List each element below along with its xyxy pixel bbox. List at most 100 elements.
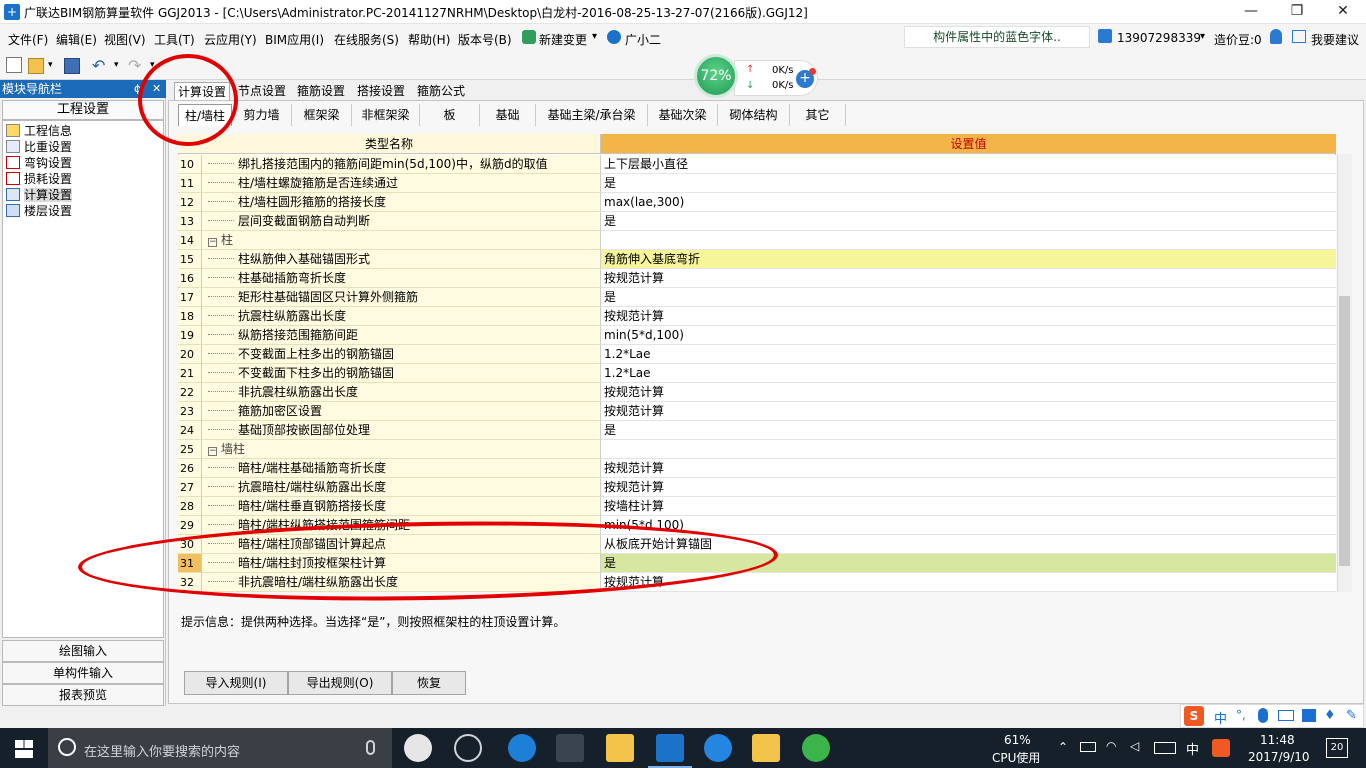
nav-item-loss[interactable]: 损耗设置 <box>6 171 72 187</box>
table-row[interactable]: 12 柱/墙柱圆形箍筋的搭接长度 max(lae,300) <box>178 193 1336 212</box>
glodon-g-icon[interactable] <box>704 734 732 762</box>
row-value-cell[interactable] <box>601 231 1336 250</box>
clock-time[interactable]: 11:48 <box>1260 733 1295 747</box>
import-rules-button[interactable]: 导入规则(I) <box>184 671 288 695</box>
minimize-button[interactable]: — <box>1228 0 1274 24</box>
undo-dropdown-icon[interactable]: ▾ <box>114 60 119 70</box>
volume-icon[interactable]: ◁ <box>1130 739 1139 753</box>
row-value-cell[interactable]: max(lae,300) <box>601 193 1336 212</box>
clock-date[interactable]: 2017/9/10 <box>1248 750 1310 764</box>
suggest-link[interactable]: 我要建议 <box>1311 31 1359 48</box>
store-icon[interactable] <box>556 734 584 762</box>
chevron-down-icon[interactable]: ▾ <box>592 31 597 42</box>
sogou-tray-icon[interactable] <box>1212 739 1230 757</box>
row-value-cell[interactable]: 按规范计算 <box>601 269 1336 288</box>
export-rules-button[interactable]: 导出规则(O) <box>288 671 392 695</box>
collapse-icon[interactable]: − <box>208 447 217 456</box>
redo-icon[interactable]: ↷ <box>128 56 141 75</box>
subtab-frame-beam[interactable]: 框架梁 <box>292 104 352 126</box>
microphone-icon[interactable] <box>366 740 375 755</box>
close-button[interactable]: ✕ <box>1320 0 1366 24</box>
row-value-cell[interactable] <box>601 440 1336 459</box>
tab-stirrup-settings[interactable]: 箍筋设置 <box>294 82 348 100</box>
subtab-other[interactable]: 其它 <box>790 104 846 126</box>
nav-item-hook[interactable]: 弯钩设置 <box>6 155 72 171</box>
tab-lap-settings[interactable]: 搭接设置 <box>354 82 408 100</box>
menu-online[interactable]: 在线服务(S) <box>334 31 399 48</box>
save-icon[interactable] <box>64 58 80 74</box>
nav-single-member-input[interactable]: 单构件输入 <box>2 662 164 684</box>
menu-new-change[interactable]: 新建变更 <box>539 31 587 48</box>
taskbar-app-pinwheel-icon[interactable] <box>404 734 432 762</box>
menu-version[interactable]: 版本号(B) <box>458 31 512 48</box>
voice-icon[interactable] <box>1258 708 1268 723</box>
row-value-cell[interactable]: min(5*d,100) <box>601 326 1336 345</box>
property-hint-box[interactable]: 构件属性中的蓝色字体.. <box>904 26 1090 48</box>
glodon-ggj-icon[interactable] <box>656 734 684 762</box>
row-value-cell[interactable]: 按规范计算 <box>601 383 1336 402</box>
menu-help[interactable]: 帮助(H) <box>408 31 450 48</box>
edge-browser-icon[interactable] <box>508 734 536 762</box>
table-row[interactable]: 22 非抗震柱纵筋露出长度 按规范计算 <box>178 383 1336 402</box>
nav-item-project-info[interactable]: 工程信息 <box>6 123 72 139</box>
restore-button[interactable]: 恢复 <box>392 671 466 695</box>
grid-group-row[interactable]: 25− 墙柱 <box>178 440 1336 459</box>
input-language[interactable]: 中 <box>1186 739 1199 758</box>
toolbox-icon[interactable] <box>1302 709 1316 722</box>
row-value-cell[interactable]: 按规范计算 <box>601 459 1336 478</box>
settings-icon[interactable]: ✎ <box>1346 708 1357 723</box>
row-value-cell[interactable]: 1.2*Lae <box>601 364 1336 383</box>
table-row[interactable]: 10 绑扎搭接范围内的箍筋间距min(5d,100)中，纵筋d的取值 上下层最小直径 <box>178 155 1336 174</box>
tray-chevron-icon[interactable]: ⌃ <box>1058 740 1068 754</box>
table-row[interactable]: 16 柱基础插筋弯折长度 按规范计算 <box>178 269 1336 288</box>
ime-language[interactable]: 中 <box>1214 708 1227 727</box>
nav-report-preview[interactable]: 报表预览 <box>2 684 164 706</box>
table-row[interactable]: 23 箍筋加密区设置 按规范计算 <box>178 402 1336 421</box>
table-row[interactable]: 28 暗柱/端柱垂直钢筋搭接长度 按墙柱计算 <box>178 497 1336 516</box>
row-value-cell[interactable]: 是 <box>601 174 1336 193</box>
user-dropdown-icon[interactable]: ▾ <box>1200 31 1205 42</box>
grid-group-row[interactable]: 14− 柱 <box>178 231 1336 250</box>
row-value-cell[interactable]: 是 <box>601 288 1336 307</box>
row-value-cell[interactable]: 按规范计算 <box>601 478 1336 497</box>
table-row[interactable]: 27 抗震暗柱/端柱纵筋露出长度 按规范计算 <box>178 478 1336 497</box>
keyboard-icon[interactable] <box>1278 710 1294 721</box>
touch-keyboard-icon[interactable] <box>1154 742 1176 754</box>
table-row[interactable]: 19 纵筋搭接范围箍筋间距 min(5*d,100) <box>178 326 1336 345</box>
punct-icon[interactable]: °, <box>1236 708 1246 722</box>
subtab-foundation-main-beam[interactable]: 基础主梁/承台梁 <box>536 104 648 126</box>
menu-file[interactable]: 文件(F) <box>8 31 48 48</box>
subtab-nonframe-beam[interactable]: 非框架梁 <box>352 104 420 126</box>
menu-tools[interactable]: 工具(T) <box>154 31 195 48</box>
row-value-cell[interactable]: min(5*d,100) <box>601 516 1336 535</box>
table-row[interactable]: 13 层间变截面钢筋自动判断 是 <box>178 212 1336 231</box>
skin-icon[interactable]: ♦ <box>1324 708 1336 723</box>
nav-item-weight[interactable]: 比重设置 <box>6 139 72 155</box>
green-app-icon[interactable] <box>802 734 830 762</box>
table-row[interactable]: 18 抗震柱纵筋露出长度 按规范计算 <box>178 307 1336 326</box>
subtab-foundation[interactable]: 基础 <box>480 104 536 126</box>
new-file-icon[interactable] <box>6 57 22 73</box>
user-phone[interactable]: 13907298339 <box>1117 31 1201 45</box>
table-row[interactable]: 15 柱纵筋伸入基础锚固形式 角筋伸入基底弯折 <box>178 250 1336 269</box>
undo-icon[interactable]: ↶ <box>92 56 105 75</box>
notes-app-icon[interactable] <box>752 734 780 762</box>
notifications-badge[interactable]: 20 <box>1326 738 1348 758</box>
nav-drawing-input[interactable]: 绘图输入 <box>2 640 164 662</box>
menu-cloud[interactable]: 云应用(Y) <box>204 31 257 48</box>
taskbar-app-swirl-icon[interactable] <box>454 734 482 762</box>
subtab-slab[interactable]: 板 <box>420 104 480 126</box>
battery-icon[interactable] <box>1080 742 1096 752</box>
bell-icon[interactable] <box>1270 29 1282 44</box>
maximize-button[interactable]: ❐ <box>1274 0 1320 24</box>
menu-view[interactable]: 视图(V) <box>104 31 146 48</box>
table-row[interactable]: 24 基础顶部按嵌固部位处理 是 <box>178 421 1336 440</box>
row-value-cell[interactable]: 是 <box>601 421 1336 440</box>
subtab-foundation-secondary-beam[interactable]: 基础次梁 <box>648 104 718 126</box>
sogou-icon[interactable]: S <box>1184 706 1204 726</box>
table-row[interactable]: 26 暗柱/端柱基础插筋弯折长度 按规范计算 <box>178 459 1336 478</box>
open-folder-icon[interactable] <box>28 58 44 74</box>
row-value-cell[interactable]: 按规范计算 <box>601 307 1336 326</box>
row-value-cell[interactable]: 按墙柱计算 <box>601 497 1336 516</box>
grid-scrollbar-thumb[interactable] <box>1339 296 1350 566</box>
